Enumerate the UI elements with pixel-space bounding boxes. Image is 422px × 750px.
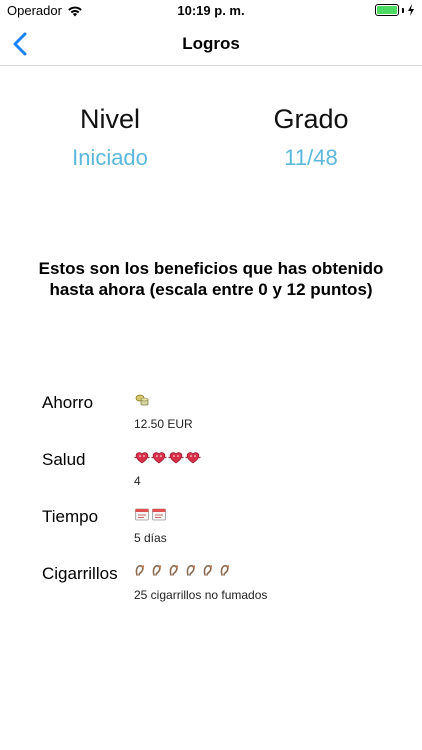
clock: 10:19 p. m. [177, 3, 245, 18]
heart-icon [151, 452, 167, 464]
health-icons [134, 447, 201, 467]
navigation-bar: Logros [0, 22, 422, 66]
cigarette-icon [220, 565, 230, 576]
page-title: Logros [182, 34, 240, 53]
level-value: Iniciado [72, 145, 148, 170]
benefit-value: 12.50 EUR [134, 417, 193, 431]
charging-icon [408, 4, 414, 16]
heart-icon [134, 452, 150, 464]
level-label: Nivel [79, 104, 140, 134]
battery-icon [375, 4, 399, 16]
cigarette-icon [152, 565, 162, 576]
grade-value: 11/48 [284, 145, 338, 170]
level-section: Nivel Iniciado [10, 104, 210, 171]
calendar-icon [135, 508, 149, 521]
savings-icons [134, 390, 150, 410]
cigarette-icon [186, 565, 196, 576]
benefit-label: Ahorro [42, 393, 94, 412]
heart-icon [185, 452, 201, 464]
benefits-heading: Estos son los beneficios que has obtenid… [38, 259, 384, 299]
cigarette-icon [135, 565, 145, 576]
cigarette-icon [203, 565, 213, 576]
heart-icon [168, 452, 184, 464]
coins-icon [135, 394, 149, 406]
benefit-label: Cigarrillos [42, 564, 118, 583]
status-bar: Operador 10:19 p. m. [0, 0, 422, 22]
benefit-value: 5 días [134, 531, 167, 545]
benefit-label: Tiempo [42, 507, 99, 526]
calendar-icon [152, 508, 166, 521]
benefit-label: Salud [42, 450, 86, 469]
battery-indicator [375, 4, 415, 16]
benefit-value: 25 cigarrillos no fumados [134, 588, 268, 602]
time-icons [134, 504, 167, 524]
benefit-value: 4 [134, 474, 141, 488]
cigarette-icon [169, 565, 179, 576]
grade-label: Grado [273, 104, 349, 134]
battery-cap [402, 7, 404, 13]
cigarette-icons [134, 561, 235, 581]
grade-section: Grado 11/48 [211, 104, 411, 171]
